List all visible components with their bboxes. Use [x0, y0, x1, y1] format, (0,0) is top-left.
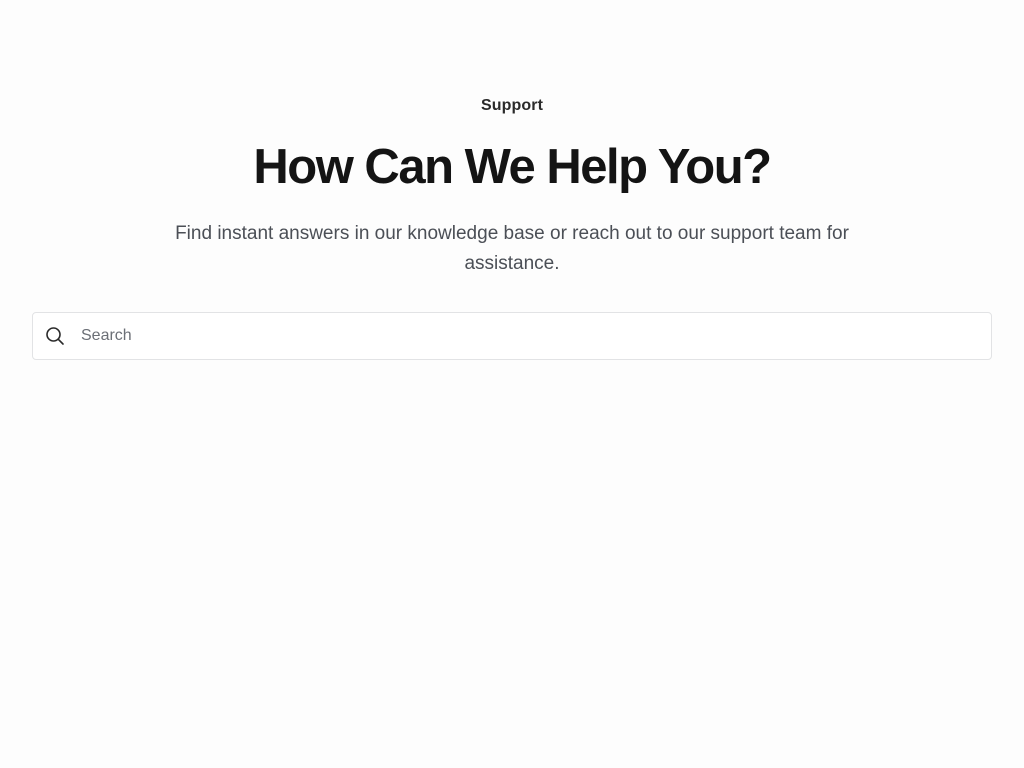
page-title: How Can We Help You?: [253, 140, 772, 194]
search-icon: [45, 326, 65, 346]
support-page: Support How Can We Help You? Find instan…: [0, 0, 1024, 768]
section-eyebrow: Support: [480, 97, 544, 114]
page-subtitle: Find instant answers in our knowledge ba…: [175, 223, 849, 274]
search-bar[interactable]: [32, 312, 992, 360]
search-input[interactable]: [81, 314, 961, 358]
